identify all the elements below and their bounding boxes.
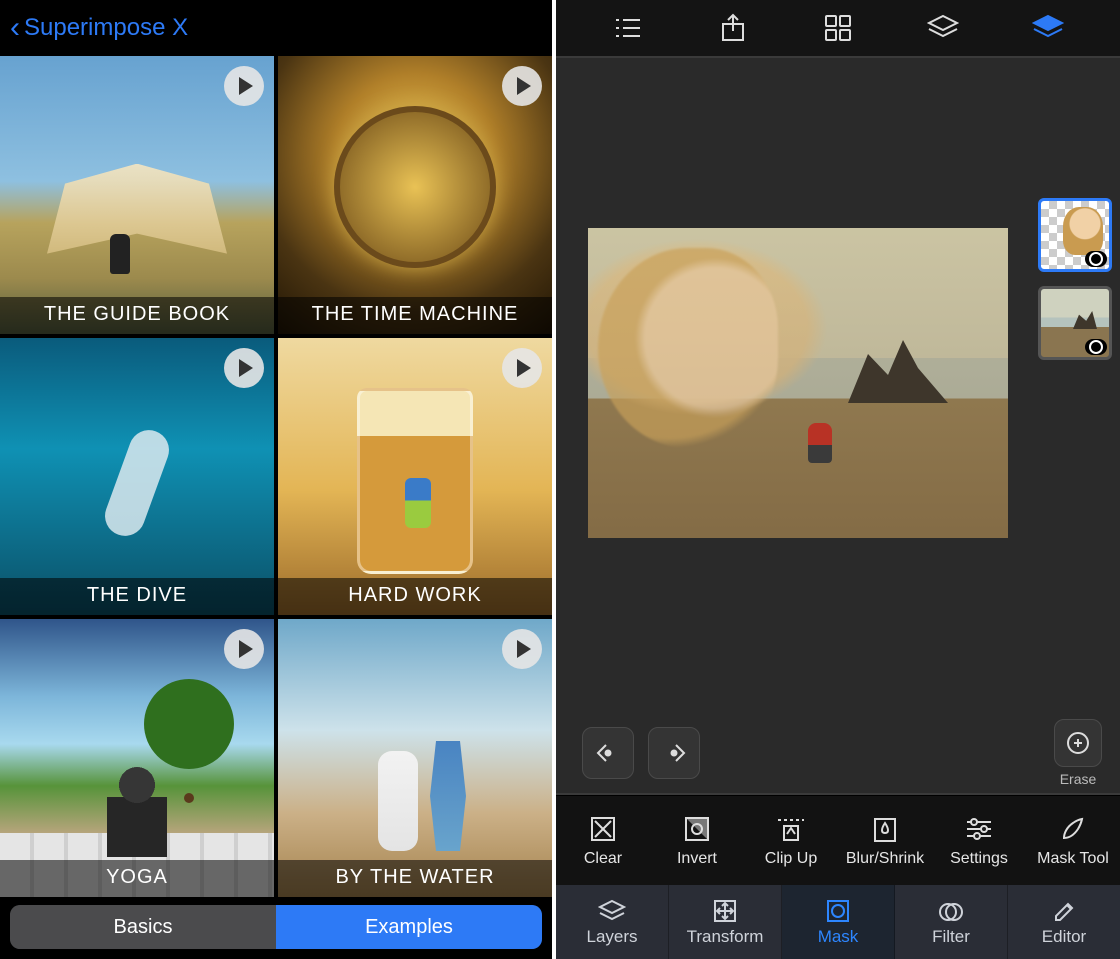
list-icon[interactable]	[606, 6, 650, 50]
undo-button[interactable]	[582, 727, 634, 779]
label: Layers	[586, 927, 637, 947]
nav-title: Superimpose X	[24, 14, 188, 42]
label: Settings	[950, 850, 1008, 868]
erase-icon	[1054, 719, 1102, 767]
label: Blur/Shrink	[846, 850, 924, 868]
layer-thumb-foreground[interactable]	[1038, 198, 1112, 272]
clipup-icon	[776, 814, 806, 844]
child-graphic	[808, 423, 832, 463]
tile-caption: HARD WORK	[278, 578, 552, 615]
tutorial-tile[interactable]: YOGA	[0, 619, 274, 897]
person-graphic	[97, 767, 177, 857]
mask-clipup-button[interactable]: Clip Up	[744, 796, 838, 885]
tutorials-screen: ‹ Superimpose X THE GUIDE BOOK THE TIME …	[0, 0, 556, 959]
chevron-left-icon: ‹	[10, 13, 20, 43]
settings-icon	[964, 814, 994, 844]
label: Clip Up	[765, 850, 817, 868]
tile-caption: BY THE WATER	[278, 860, 552, 897]
clear-icon	[588, 814, 618, 844]
label: Clear	[584, 850, 622, 868]
share-icon[interactable]	[711, 6, 755, 50]
tab-filter[interactable]: Filter	[895, 885, 1008, 959]
tutorial-tile[interactable]: THE DIVE	[0, 338, 274, 616]
label: Filter	[932, 927, 970, 947]
mask-clear-button[interactable]: Clear	[556, 796, 650, 885]
transform-tab-icon	[711, 897, 739, 925]
tile-caption: THE TIME MACHINE	[278, 297, 552, 334]
visibility-icon[interactable]	[1085, 251, 1107, 267]
grid-icon[interactable]	[816, 6, 860, 50]
label: Transform	[687, 927, 764, 947]
layers-filled-icon[interactable]	[1026, 6, 1070, 50]
segmented-control: Basics Examples	[10, 905, 542, 949]
tab-mask[interactable]: Mask	[782, 885, 895, 959]
label: Editor	[1042, 927, 1086, 947]
editor-tab-icon	[1050, 897, 1078, 925]
layers-tab-icon	[598, 897, 626, 925]
tile-caption: THE DIVE	[0, 578, 274, 615]
invert-icon	[682, 814, 712, 844]
composite-preview	[588, 228, 1008, 538]
canvas-area[interactable]: Erase	[556, 56, 1120, 795]
history-controls	[582, 727, 700, 779]
label: Mask Tool	[1037, 850, 1109, 868]
masktool-icon	[1058, 814, 1088, 844]
filter-tab-icon	[937, 897, 965, 925]
tutorial-tile[interactable]: THE GUIDE BOOK	[0, 56, 274, 334]
tutorial-tile[interactable]: BY THE WATER	[278, 619, 552, 897]
blur-icon	[870, 814, 900, 844]
tab-editor[interactable]: Editor	[1008, 885, 1120, 959]
tab-transform[interactable]: Transform	[669, 885, 782, 959]
tile-caption: THE GUIDE BOOK	[0, 297, 274, 334]
layer-thumb-background[interactable]	[1038, 286, 1112, 360]
editor-screen: Erase Clear Invert Clip Up Blur/Shrin	[556, 0, 1120, 959]
segment-examples[interactable]: Examples	[276, 905, 542, 949]
mask-invert-button[interactable]: Invert	[650, 796, 744, 885]
play-icon	[224, 629, 264, 669]
label: Invert	[677, 850, 717, 868]
face-overlay-graphic	[598, 248, 778, 448]
play-icon	[224, 348, 264, 388]
segment-basics[interactable]: Basics	[10, 905, 276, 949]
mask-tool-button[interactable]: Mask Tool	[1026, 796, 1120, 885]
play-icon	[502, 629, 542, 669]
visibility-icon[interactable]	[1085, 339, 1107, 355]
erase-mode[interactable]: Erase	[1054, 719, 1102, 787]
play-icon	[502, 348, 542, 388]
mask-blur-button[interactable]: Blur/Shrink	[838, 796, 932, 885]
erase-label: Erase	[1060, 771, 1097, 787]
layer-thumbnails	[1038, 198, 1112, 360]
redo-button[interactable]	[648, 727, 700, 779]
label: Mask	[818, 927, 859, 947]
tab-layers[interactable]: Layers	[556, 885, 669, 959]
tutorial-tile[interactable]: THE TIME MACHINE	[278, 56, 552, 334]
play-icon	[224, 66, 264, 106]
bottom-tabs: Layers Transform Mask Filter Editor	[556, 885, 1120, 959]
tutorial-gallery: THE GUIDE BOOK THE TIME MACHINE THE DIVE…	[0, 56, 552, 901]
nav-back[interactable]: ‹ Superimpose X	[0, 0, 552, 56]
play-icon	[502, 66, 542, 106]
layers-outline-icon[interactable]	[921, 6, 965, 50]
mask-tab-icon	[824, 897, 852, 925]
tile-caption: YOGA	[0, 860, 274, 897]
mask-toolbar: Clear Invert Clip Up Blur/Shrink Setting…	[556, 795, 1120, 885]
mask-settings-button[interactable]: Settings	[932, 796, 1026, 885]
tutorial-tile[interactable]: HARD WORK	[278, 338, 552, 616]
top-toolbar	[556, 0, 1120, 56]
